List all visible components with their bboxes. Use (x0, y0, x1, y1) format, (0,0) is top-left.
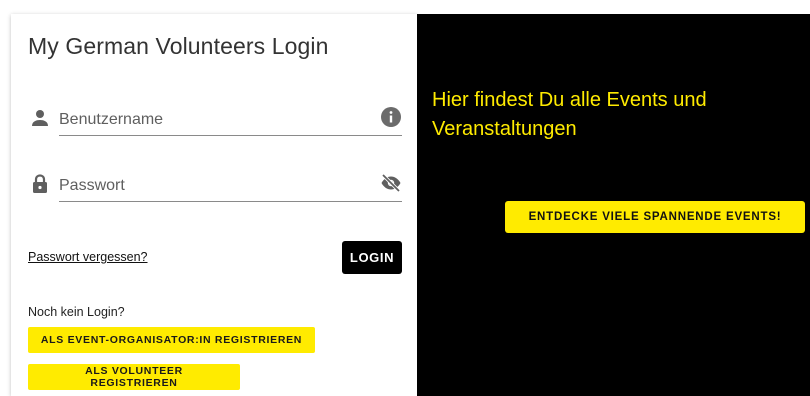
person-icon (28, 106, 52, 130)
username-input-wrap (59, 104, 402, 136)
login-button[interactable]: LOGIN (342, 241, 402, 274)
visibility-off-icon[interactable] (380, 172, 402, 194)
username-input[interactable] (59, 104, 402, 134)
info-icon[interactable] (380, 106, 402, 128)
username-field (28, 104, 402, 138)
page: My German Volunteers Login Benutzername … (0, 0, 810, 396)
password-field (28, 170, 402, 204)
password-input[interactable] (59, 170, 402, 200)
discover-events-button[interactable]: ENTDECKE VIELE SPANNENDE EVENTS! (505, 201, 805, 233)
hero-panel: Hier findest Du alle Events und Veransta… (417, 14, 810, 396)
hero-text: Hier findest Du alle Events und Veransta… (432, 89, 707, 140)
no-login-text: Noch kein Login? (28, 305, 125, 319)
register-volunteer-button[interactable]: ALS VOLUNTEER REGISTRIEREN (28, 364, 240, 390)
register-organizer-button[interactable]: ALS EVENT-ORGANISATOR:IN REGISTRIEREN (28, 327, 315, 353)
forgot-password-link[interactable]: Passwort vergessen? (28, 250, 148, 264)
password-input-wrap (59, 170, 402, 202)
login-panel: My German Volunteers Login Benutzername … (11, 14, 417, 396)
login-title: My German Volunteers Login (28, 33, 329, 59)
lock-icon (28, 172, 52, 196)
